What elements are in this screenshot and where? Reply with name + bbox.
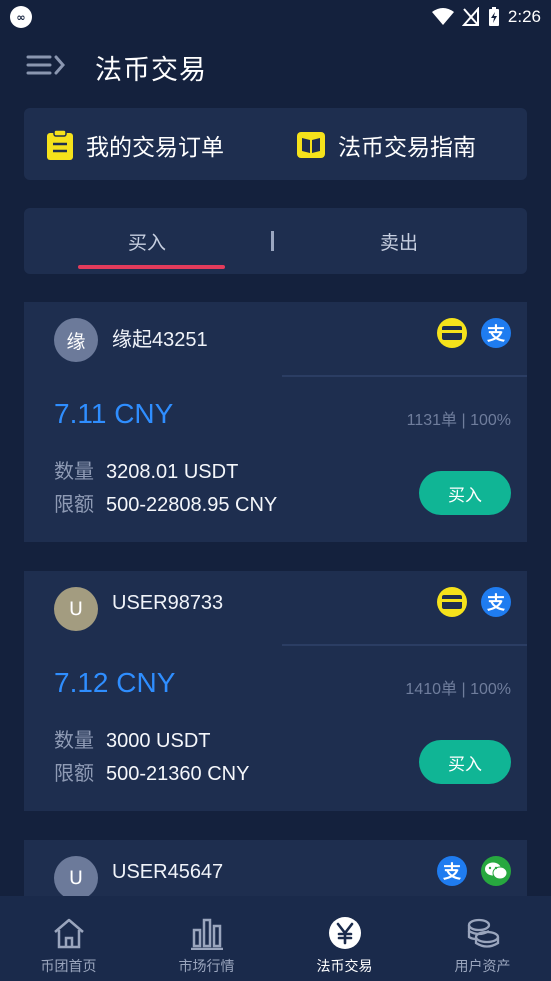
tab-buy[interactable]: 买入	[128, 228, 166, 255]
limit-label: 限额	[54, 492, 94, 516]
avatar: U	[54, 587, 98, 631]
quantity-value: 3000 USDT	[106, 730, 211, 752]
menu-expand-icon[interactable]	[26, 52, 66, 82]
trade-guide-link[interactable]: 法币交易指南	[296, 128, 476, 162]
buy-button[interactable]: 买入	[419, 471, 511, 515]
nav-fiat-trade-label: 法币交易	[316, 959, 373, 975]
quantity-label: 数量	[54, 459, 94, 483]
bank-card-icon	[437, 587, 467, 617]
bank-card-icon	[437, 318, 467, 348]
clipboard-icon	[47, 129, 73, 160]
alipay-icon: 支	[481, 318, 511, 348]
nav-market-label: 市场行情	[178, 959, 235, 975]
limit-value: 500-22808.95 CNY	[106, 494, 278, 516]
quantity-row: 数量 3000 USDT	[54, 724, 211, 753]
wifi-icon	[431, 8, 454, 25]
merchant-name[interactable]: USER98733	[112, 592, 223, 615]
status-bar: ∞ 2:26	[0, 0, 551, 34]
app-notification-icon: ∞	[10, 6, 32, 28]
avatar: 缘	[54, 318, 98, 362]
buy-button[interactable]: 买入	[419, 740, 511, 784]
nav-fiat-trade[interactable]: 法币交易	[276, 896, 413, 981]
coins-icon	[467, 918, 499, 948]
avatar: U	[54, 856, 98, 896]
divider	[282, 644, 527, 646]
offer-card: U USER45647 支	[24, 840, 527, 896]
wechat-pay-icon	[481, 856, 511, 886]
yen-icon	[328, 917, 361, 949]
limit-row: 限额 500-22808.95 CNY	[54, 488, 277, 517]
nav-assets[interactable]: 用户资产	[414, 896, 551, 981]
clock: 2:26	[507, 7, 541, 26]
no-signal-icon	[461, 7, 479, 26]
nav-home[interactable]: 币团首页	[0, 896, 137, 981]
bottom-nav: 币团首页 市场行情 法币交易 用户资产	[0, 896, 551, 981]
battery-charging-icon	[488, 7, 499, 26]
home-icon	[53, 918, 84, 949]
merchant-stats: 1131单 | 100%	[406, 412, 511, 429]
offer-price: 7.12 CNY	[54, 667, 176, 698]
my-orders-label: 我的交易订单	[86, 135, 224, 161]
offer-card: 缘 缘起43251 支 7.11 CNY 1131单 | 100% 数量 320…	[24, 302, 527, 542]
offer-price: 7.11 CNY	[54, 398, 174, 429]
trade-tabs: 买入 卖出	[24, 208, 527, 274]
limit-value: 500-21360 CNY	[106, 763, 250, 785]
tab-divider	[271, 231, 274, 251]
offer-card: U USER98733 支 7.12 CNY 1410单 | 100% 数量 3…	[24, 571, 527, 811]
limit-row: 限额 500-21360 CNY	[54, 757, 249, 786]
nav-home-label: 币团首页	[40, 959, 97, 975]
header: 法币交易	[0, 40, 551, 96]
book-icon	[297, 132, 325, 158]
bar-chart-icon	[190, 918, 223, 950]
merchant-stats: 1410单 | 100%	[405, 681, 511, 698]
quick-links-card: 我的交易订单 法币交易指南	[24, 108, 527, 180]
alipay-icon: 支	[481, 587, 511, 617]
merchant-name[interactable]: USER45647	[112, 861, 223, 884]
trade-guide-label: 法币交易指南	[338, 135, 476, 161]
limit-label: 限额	[54, 761, 94, 785]
my-orders-link[interactable]: 我的交易订单	[46, 128, 224, 162]
merchant-name[interactable]: 缘起43251	[112, 323, 208, 352]
alipay-icon: 支	[437, 856, 467, 886]
divider	[282, 375, 527, 377]
nav-market[interactable]: 市场行情	[138, 896, 275, 981]
page-title: 法币交易	[95, 55, 207, 86]
tab-sell[interactable]: 卖出	[380, 228, 418, 255]
nav-assets-label: 用户资产	[454, 959, 511, 975]
active-tab-indicator	[78, 265, 225, 269]
quantity-row: 数量 3208.01 USDT	[54, 455, 238, 484]
quantity-value: 3208.01 USDT	[106, 461, 239, 483]
quantity-label: 数量	[54, 728, 94, 752]
